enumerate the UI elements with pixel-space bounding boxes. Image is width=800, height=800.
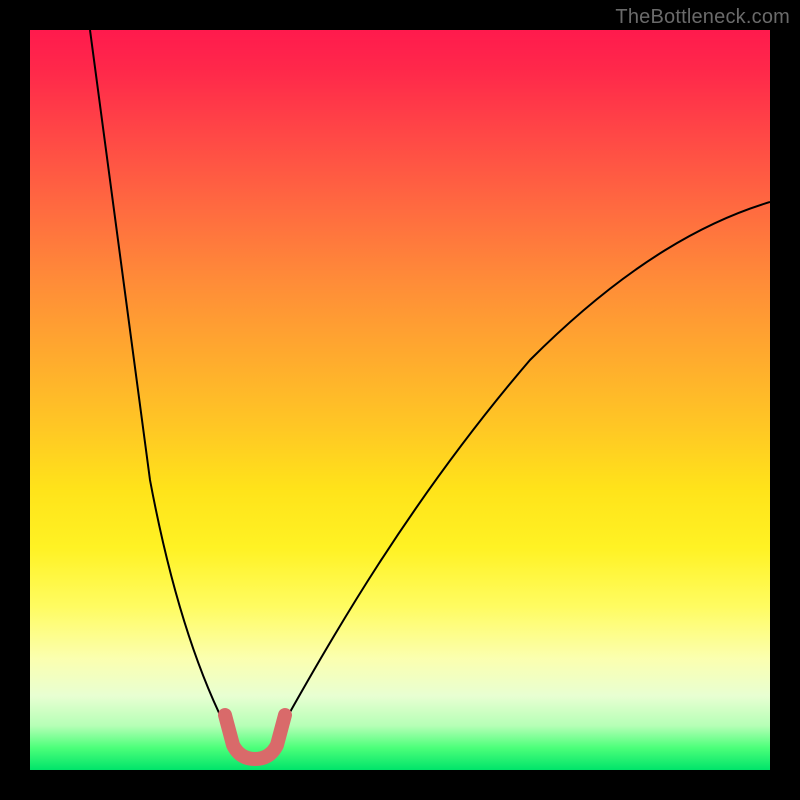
curve-valley-u (225, 715, 285, 759)
curve-right-arm (280, 202, 770, 730)
curve-left-arm (90, 30, 230, 735)
watermark-text: TheBottleneck.com (615, 6, 790, 29)
chart-svg (30, 30, 770, 770)
